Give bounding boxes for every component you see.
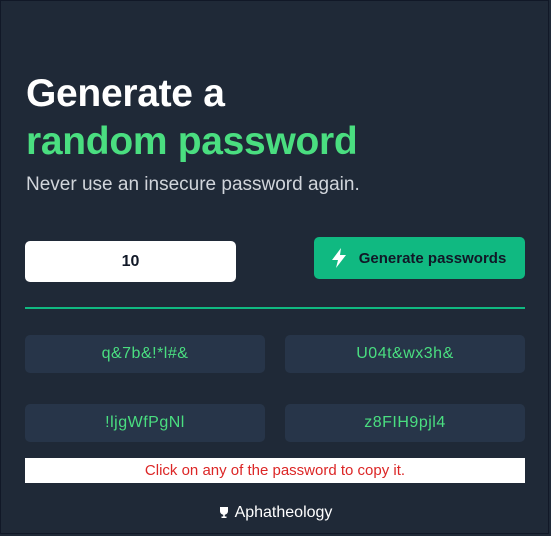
password-item[interactable]: z8FIH9pjl4 <box>285 404 525 442</box>
password-item[interactable]: q&7b&!*l#& <box>25 335 265 373</box>
generate-passwords-button[interactable]: Generate passwords <box>314 237 525 279</box>
divider <box>25 307 525 309</box>
title-line-1: Generate a <box>26 72 225 115</box>
bolt-icon <box>331 248 346 268</box>
page-subtitle: Never use an insecure password again. <box>26 174 360 195</box>
generate-button-label: Generate passwords <box>358 249 507 267</box>
password-item[interactable]: !ljgWfPgNl <box>25 404 265 442</box>
page-title: Generate a random password <box>26 70 358 166</box>
footer: Aphatheology <box>0 504 551 522</box>
copy-notice: Click on any of the password to copy it. <box>25 458 525 483</box>
password-item[interactable]: U04t&wx3h& <box>285 335 525 373</box>
title-line-2: random password <box>26 120 358 163</box>
password-length-input[interactable] <box>25 241 236 282</box>
footer-brand[interactable]: Aphatheology <box>235 504 333 522</box>
trophy-icon <box>219 506 228 518</box>
